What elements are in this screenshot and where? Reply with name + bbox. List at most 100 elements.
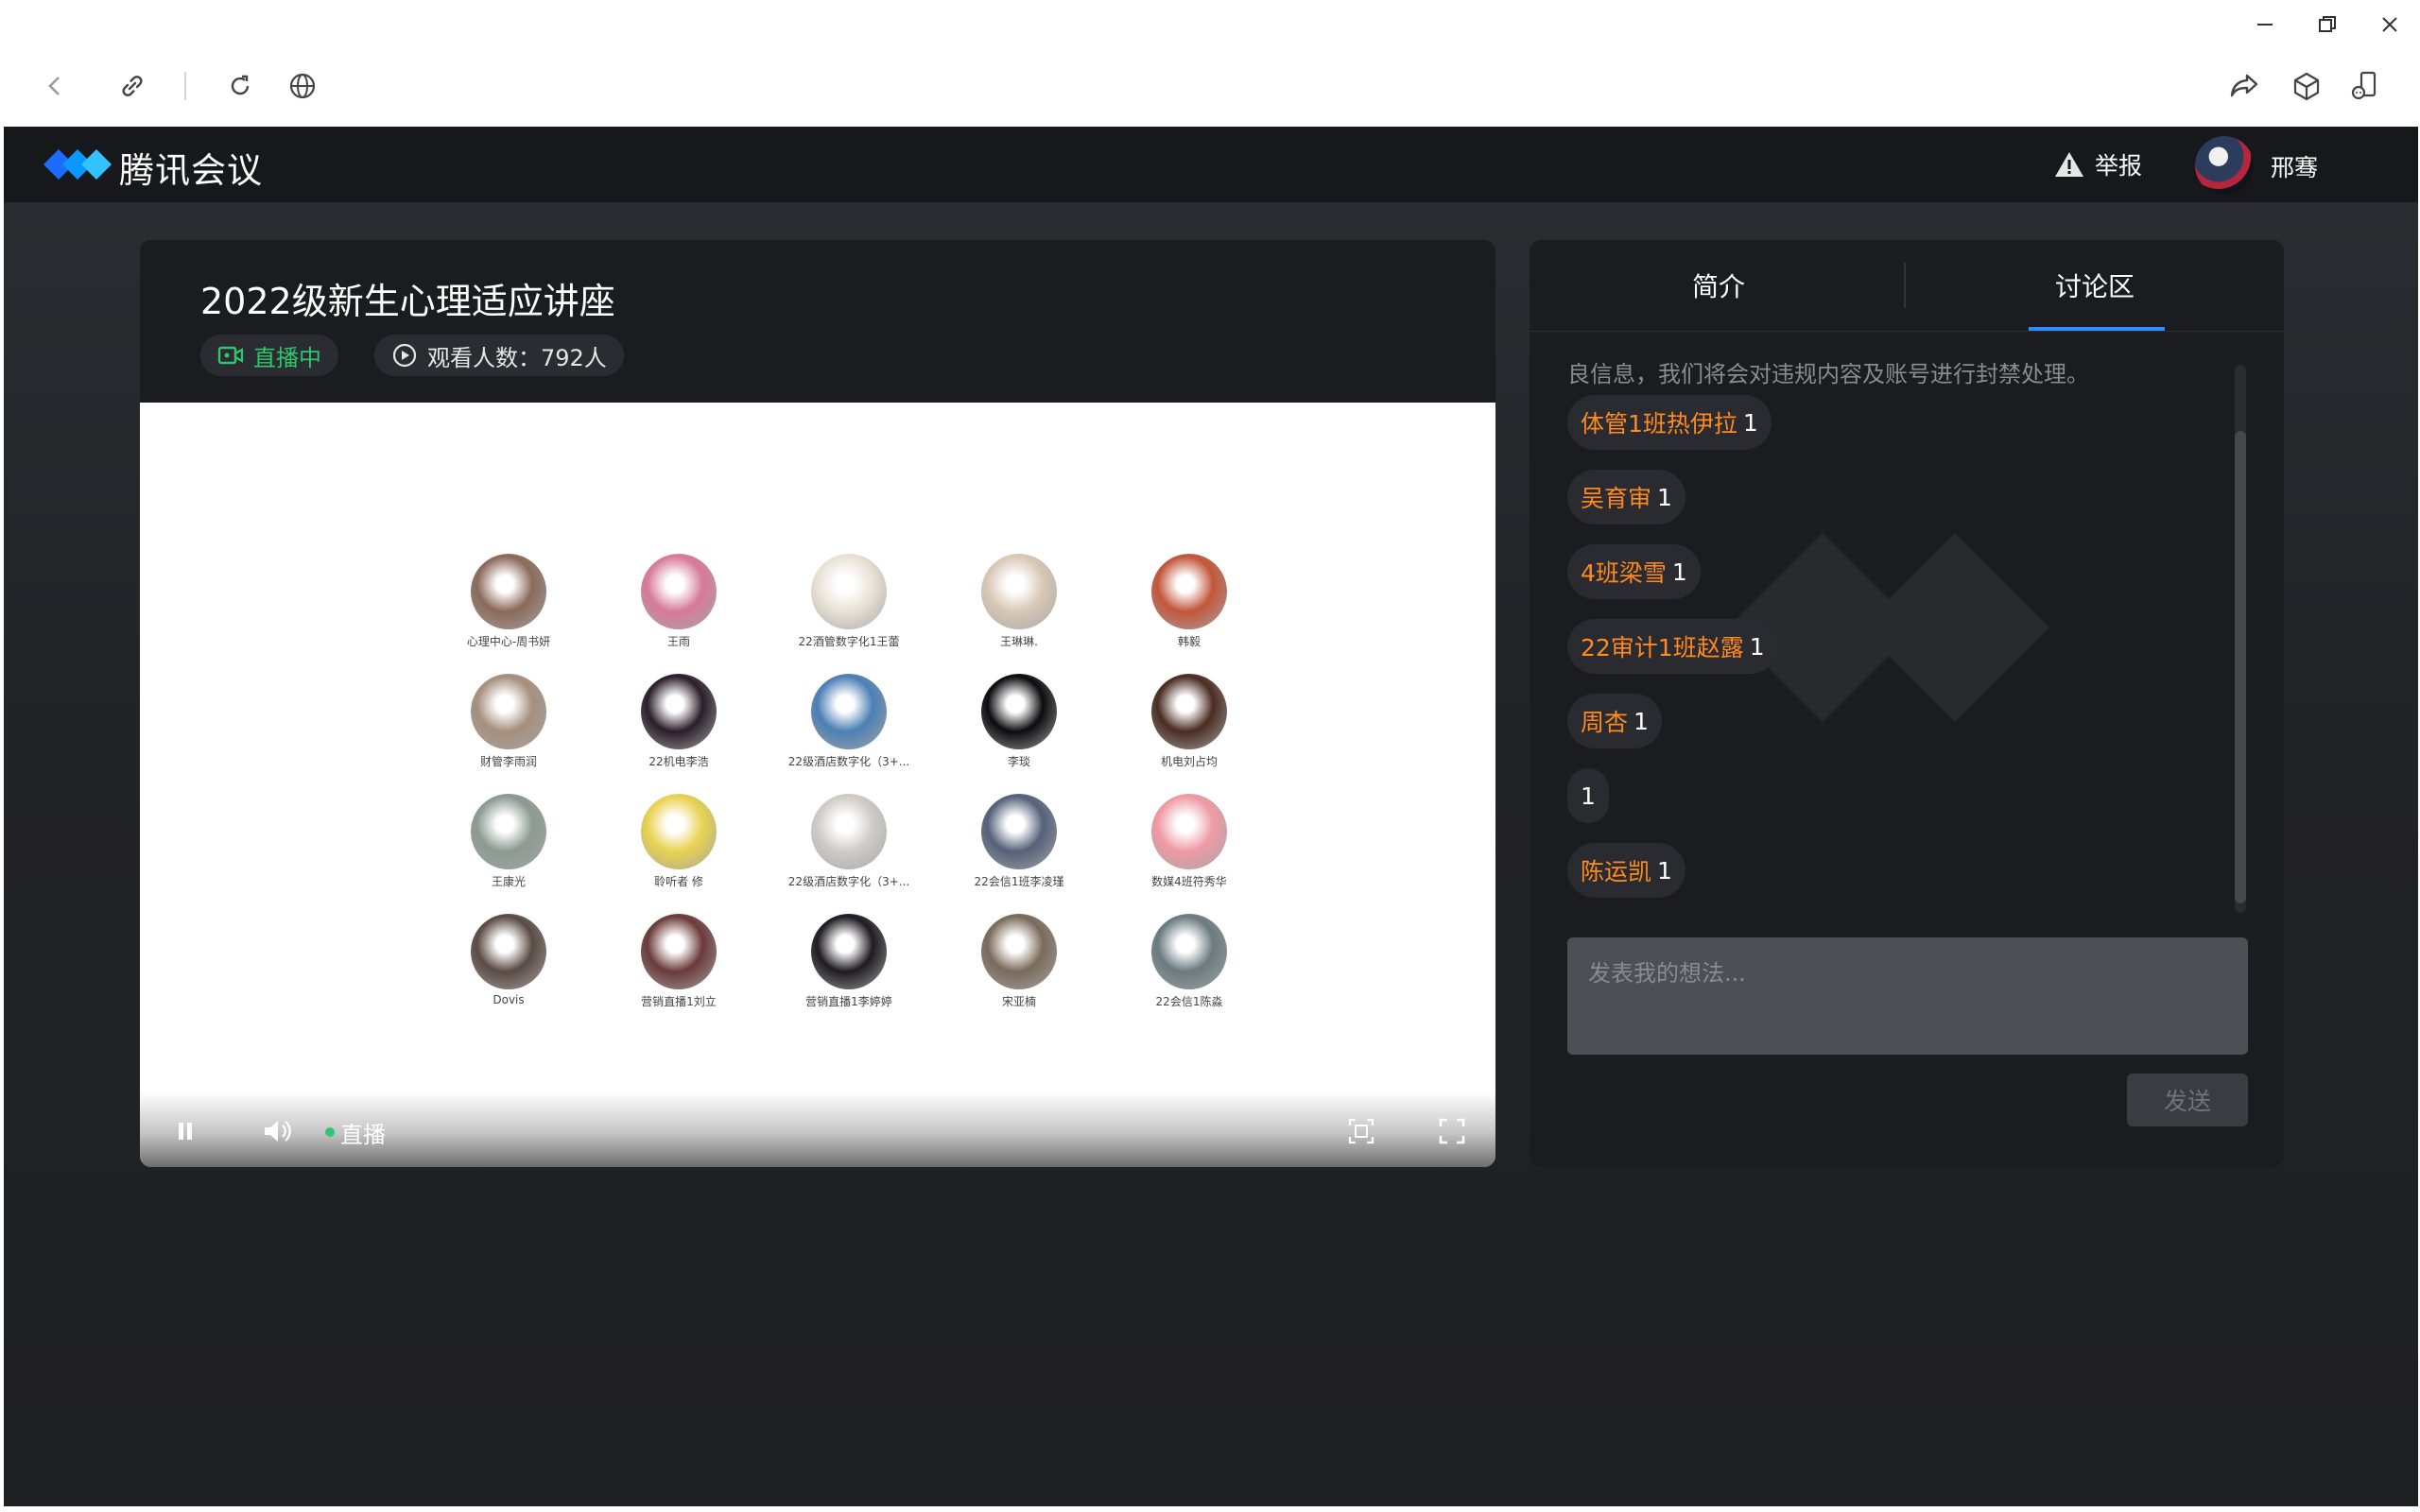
player-controls: 直播 [140, 1091, 1495, 1167]
restore-icon[interactable] [2299, 6, 2356, 43]
participant-name: 机电刘占均 [1160, 755, 1218, 768]
participant-name: 22酒管数字化1王蕾 [798, 635, 900, 648]
list-item: 吴育审 1 [1567, 470, 1685, 524]
app-header: 腾讯会议 举报 邢骞 [4, 127, 2418, 202]
participant-name: 心理中心-周书妍 [466, 635, 551, 648]
back-icon[interactable] [30, 61, 79, 111]
scrollbar-thumb[interactable] [2235, 431, 2246, 903]
list-item: 陈运凯 1 [1567, 843, 1685, 898]
live-label: 直播 [340, 1122, 386, 1148]
participant-tile: 韩毅 [1104, 554, 1274, 649]
participant-avatar [1151, 914, 1227, 989]
message-user[interactable]: 周杏 [1581, 704, 1628, 738]
refresh-icon[interactable] [216, 61, 265, 111]
participant-name: 聆听者 修 [654, 875, 703, 888]
live-status-label: 直播中 [253, 344, 321, 371]
live-status-badge: 直播中 [200, 335, 338, 376]
participant-name: Dovis [493, 993, 525, 1006]
tab-discussion[interactable]: 讨论区 [2055, 266, 2135, 304]
participant-tile: Dovis [424, 914, 594, 1009]
tencent-meeting-logo-icon [43, 149, 112, 180]
participant-avatar [981, 794, 1057, 869]
close-icon[interactable] [2361, 6, 2418, 43]
cube-icon[interactable] [2282, 61, 2331, 111]
message-user[interactable]: 22审计1班赵露 [1581, 629, 1744, 663]
participant-name: 营销直播1刘立 [641, 995, 717, 1008]
participant-name: 22会信1班李凌瑾 [974, 875, 1064, 888]
participant-name: 22级酒店数字化（3+... [787, 755, 910, 768]
participant-tile: 22级酒店数字化（3+... [764, 674, 934, 769]
share-icon[interactable] [2220, 61, 2269, 111]
participant-avatar [1151, 794, 1227, 869]
participant-name: 数媒4班符秀华 [1151, 875, 1227, 888]
participant-tile: 财管李雨润 [424, 674, 594, 769]
active-tab-indicator [2029, 327, 2165, 331]
participant-name: 王雨 [666, 635, 690, 648]
report-label: 举报 [2095, 152, 2143, 180]
message-text: 1 [1581, 782, 1596, 810]
participant-grid: 心理中心-周书妍 王雨 22酒管数字化1王蕾 王琳琳. 韩毅 财管李雨润 22机电李浩 22级… [424, 554, 1274, 1009]
participant-avatar [641, 674, 717, 749]
comment-input[interactable] [1567, 937, 2248, 1055]
participant-avatar [1151, 554, 1227, 629]
phone-icon[interactable] [2341, 61, 2390, 111]
scrollbar[interactable] [2235, 365, 2246, 913]
participant-avatar [981, 554, 1057, 629]
participant-avatar [811, 914, 887, 989]
participant-tile: 聆听者 修 [594, 794, 764, 889]
side-panel: 简介 讨论区 良信息，我们将会对违规内容及账号进行封禁处理。 体管1班热伊拉 1… [1530, 240, 2284, 1167]
participant-tile: 心理中心-周书妍 [424, 554, 594, 649]
list-item: 周杏 1 [1567, 694, 1662, 748]
volume-icon[interactable] [259, 1112, 297, 1150]
web-fullscreen-icon[interactable] [1342, 1112, 1380, 1150]
participant-avatar [811, 674, 887, 749]
minimize-icon[interactable] [2237, 6, 2293, 43]
participant-tile: 数媒4班符秀华 [1104, 794, 1274, 889]
message-user[interactable]: 4班梁雪 [1581, 555, 1667, 589]
participant-avatar [981, 914, 1057, 989]
message-text: 1 [1634, 707, 1649, 735]
participant-tile: 宋亚楠 [934, 914, 1104, 1009]
tencent-meeting-app: 腾讯会议 举报 邢骞 2022级新生心理适应讲座 直播中 观看人数：792人 心… [4, 127, 2418, 1506]
participant-tile: 营销直播1李婷婷 [764, 914, 934, 1009]
send-button[interactable]: 发送 [2127, 1074, 2248, 1126]
participant-name: 韩毅 [1177, 635, 1201, 648]
participant-tile: 22机电李浩 [594, 674, 764, 769]
brand-name: 腾讯会议 [119, 150, 263, 191]
fullscreen-icon[interactable] [1433, 1112, 1471, 1150]
message-user[interactable]: 吴育审 [1581, 480, 1651, 514]
viewer-count-label: 观看人数：792人 [427, 344, 607, 371]
participant-name: 营销直播1李婷婷 [805, 995, 892, 1008]
participant-tile: 22级酒店数字化（3+... [764, 794, 934, 889]
link-icon[interactable] [108, 61, 157, 111]
participant-tile: 王康光 [424, 794, 594, 889]
participant-tile: 营销直播1刘立 [594, 914, 764, 1009]
participant-avatar [811, 554, 887, 629]
tab-divider [1904, 263, 1906, 308]
participant-tile: 李琰 [934, 674, 1104, 769]
warning-icon [2055, 152, 2083, 177]
video-player[interactable]: 心理中心-周书妍 王雨 22酒管数字化1王蕾 王琳琳. 韩毅 财管李雨润 22机电李浩 22级… [140, 403, 1495, 1167]
participant-avatar [1151, 674, 1227, 749]
participant-avatar [641, 554, 717, 629]
participant-name: 王琳琳. [1000, 635, 1038, 648]
live-indicator-dot [325, 1127, 335, 1137]
pause-icon[interactable] [166, 1112, 204, 1150]
message-user[interactable]: 陈运凯 [1581, 853, 1651, 887]
message-user[interactable]: 体管1班热伊拉 [1581, 405, 1737, 439]
notice-text: 良信息，我们将会对违规内容及账号进行封禁处理。 [1567, 363, 2089, 387]
message-text: 1 [1749, 632, 1765, 661]
avatar[interactable] [2195, 136, 2254, 195]
participant-tile: 机电刘占均 [1104, 674, 1274, 769]
participant-name: 财管李雨润 [479, 755, 537, 768]
list-item: 1 [1567, 768, 1609, 823]
list-item: 22审计1班赵露 1 [1567, 619, 1778, 674]
live-video-panel: 2022级新生心理适应讲座 直播中 观看人数：792人 心理中心-周书妍 王雨 22… [140, 240, 1495, 1167]
report-button[interactable]: 举报 [2053, 147, 2142, 181]
participant-tile: 22会信1陈淼 [1104, 914, 1274, 1009]
participant-name: 王康光 [491, 875, 526, 888]
tab-intro[interactable]: 简介 [1692, 266, 1745, 304]
message-text: 1 [1742, 408, 1758, 437]
globe-icon[interactable] [278, 61, 327, 111]
play-circle-icon [392, 343, 417, 368]
